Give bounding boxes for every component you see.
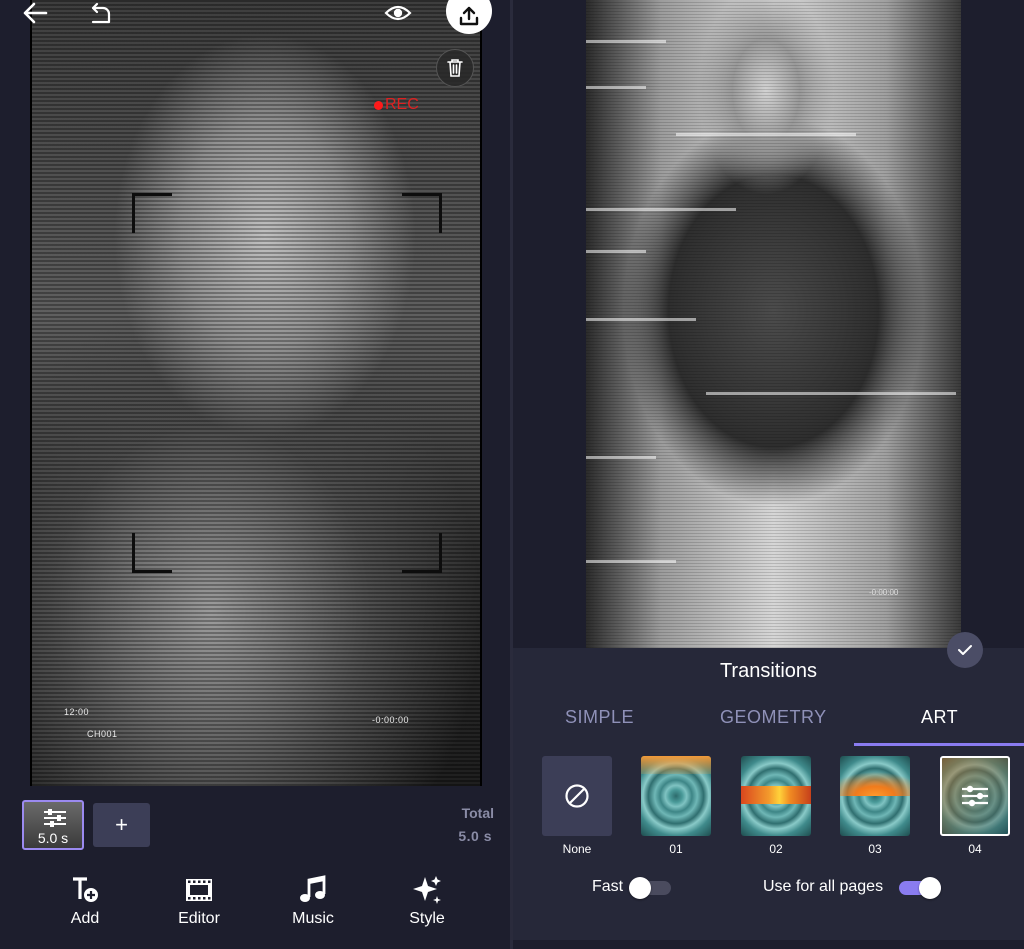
clip-duration: 5.0 s (37, 830, 69, 846)
orange-overlay (741, 786, 811, 804)
glitch-line (586, 560, 676, 563)
active-tab-indicator (854, 743, 1024, 746)
tab-art[interactable]: ART (921, 707, 958, 728)
arrow-left-icon (23, 2, 48, 24)
use-all-pages-toggle[interactable] (899, 877, 941, 899)
glitch-line (586, 208, 736, 211)
undo-icon (91, 2, 111, 24)
tab-geometry[interactable]: GEOMETRY (720, 707, 827, 728)
transition-preview (586, 0, 961, 648)
tool-style-label: Style (409, 910, 445, 927)
transition-none[interactable]: None (542, 756, 612, 856)
tool-music-label: Music (292, 910, 334, 927)
delete-button[interactable] (436, 49, 474, 87)
viewfinder-corner-bottom-left (132, 533, 172, 573)
glitch-line (676, 133, 856, 136)
tool-editor-label: Editor (178, 910, 220, 927)
tool-add-label: Add (70, 910, 100, 927)
ban-icon (565, 784, 589, 808)
toggle-knob (919, 877, 941, 899)
glitch-line (586, 456, 656, 459)
sparkle-icon (413, 876, 441, 904)
viewfinder-corner-top-right (402, 193, 442, 233)
overlay-counter: -0:00:00 (869, 588, 899, 597)
rec-dot-icon (374, 100, 383, 110)
film-icon (186, 879, 212, 901)
transition-label: 03 (868, 842, 882, 856)
music-note-icon (300, 875, 326, 902)
use-all-pages-label: Use for all pages (763, 878, 884, 895)
transition-03-thumb (840, 756, 910, 836)
bottom-bar (513, 940, 1024, 949)
glitch-line (586, 318, 696, 321)
transition-04[interactable]: 04 (940, 756, 1010, 856)
transition-04-thumb (940, 756, 1010, 836)
transition-label: None (562, 842, 592, 856)
add-clip-button[interactable]: + (93, 803, 150, 847)
transitions-panel: -0:00:00 Transitions SIMPLE GEOMETRY ART… (513, 0, 1024, 949)
transition-01-thumb (641, 756, 711, 836)
tool-add-button[interactable]: Add (40, 873, 130, 928)
upload-icon (459, 6, 479, 26)
confirm-button[interactable] (947, 632, 983, 668)
overlay-time: 12:00 (64, 707, 90, 717)
glitch-line (586, 250, 646, 253)
viewfinder-corner-top-left (132, 193, 172, 233)
selected-overlay (942, 758, 1008, 834)
undo-button[interactable] (88, 0, 114, 26)
video-preview[interactable] (30, 0, 482, 786)
glitch-line (706, 392, 956, 395)
fast-toggle[interactable] (629, 877, 671, 899)
tool-style-button[interactable]: Style (382, 873, 472, 928)
transition-03[interactable]: 03 (840, 756, 910, 856)
overlay-counter: -0:00:00 (372, 715, 410, 725)
check-icon (958, 645, 972, 655)
transition-label: 02 (769, 842, 783, 856)
tab-simple[interactable]: SIMPLE (565, 707, 634, 728)
glitch-line (586, 86, 646, 89)
clip-thumbnail[interactable]: 5.0 s (22, 800, 84, 850)
viewfinder-corner-bottom-right (402, 533, 442, 573)
orange-overlay (641, 756, 711, 774)
transition-label: 04 (968, 842, 982, 856)
editor-panel: REC 12:00 CH001 -0:00:00 5.0 s + Total 5… (0, 0, 510, 949)
preview-button[interactable] (383, 0, 413, 26)
transition-label: 01 (669, 842, 683, 856)
sliders-icon (962, 785, 988, 807)
transition-02[interactable]: 02 (741, 756, 811, 856)
tool-music-button[interactable]: Music (268, 873, 358, 928)
rec-label: REC (385, 96, 419, 113)
orange-overlay (840, 756, 910, 796)
transitions-title: Transitions (719, 660, 818, 682)
toggle-knob (629, 877, 651, 899)
transition-02-thumb (741, 756, 811, 836)
back-button[interactable] (18, 0, 52, 26)
trash-icon (447, 59, 463, 77)
total-label: Total (461, 805, 494, 821)
app-root: REC 12:00 CH001 -0:00:00 5.0 s + Total 5… (0, 0, 1024, 949)
glitch-line (586, 40, 666, 43)
eye-icon (384, 5, 412, 21)
rec-indicator: REC (374, 96, 419, 114)
fast-label: Fast (592, 878, 624, 895)
sliders-icon (44, 809, 66, 827)
transition-01[interactable]: 01 (641, 756, 711, 856)
tool-editor-button[interactable]: Editor (154, 873, 244, 928)
overlay-channel: CH001 (87, 729, 118, 739)
transition-none-thumb (542, 756, 612, 836)
add-text-icon (73, 877, 98, 902)
total-value: 5.0 s (458, 828, 492, 844)
